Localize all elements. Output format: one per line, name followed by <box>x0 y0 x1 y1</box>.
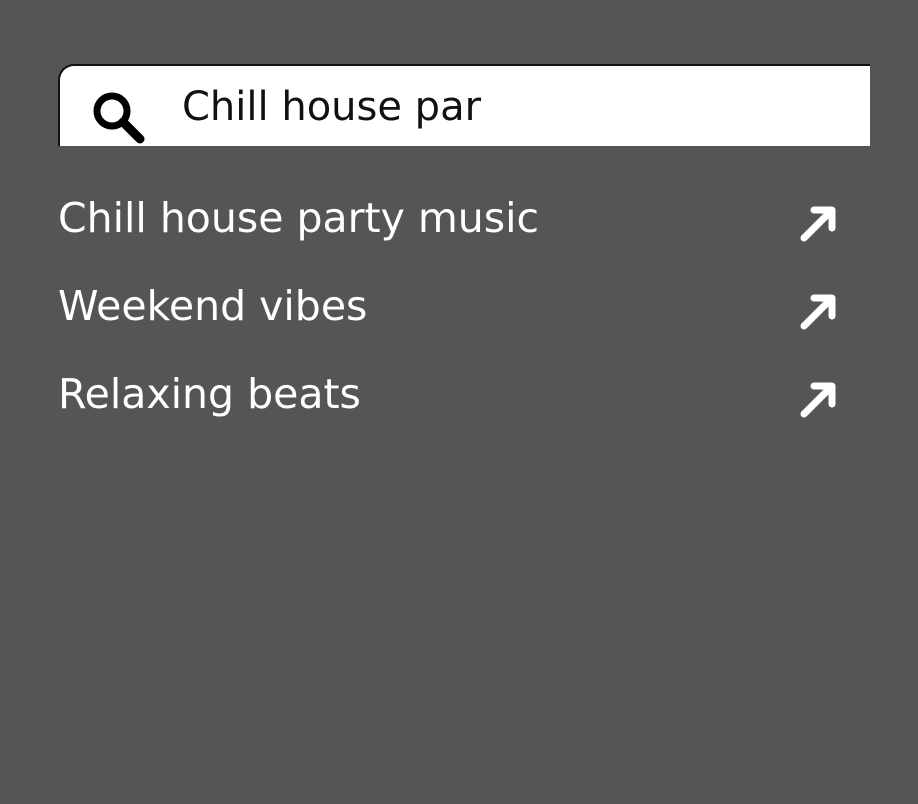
search-bar[interactable]: Chill house par <box>58 64 870 146</box>
search-input[interactable]: Chill house par <box>182 84 481 130</box>
suggestion-list: Chill house party music Weekend vibes Re… <box>58 190 848 454</box>
suggestion-item[interactable]: Chill house party music <box>58 190 848 278</box>
suggestion-label: Chill house party music <box>58 194 540 242</box>
suggestion-label: Weekend vibes <box>58 282 368 330</box>
search-icon <box>90 90 148 146</box>
arrow-up-right-icon[interactable] <box>798 378 840 420</box>
suggestion-item[interactable]: Relaxing beats <box>58 366 848 454</box>
arrow-up-right-icon[interactable] <box>798 290 840 332</box>
arrow-up-right-icon[interactable] <box>798 202 840 244</box>
suggestion-label: Relaxing beats <box>58 370 361 418</box>
suggestion-item[interactable]: Weekend vibes <box>58 278 848 366</box>
